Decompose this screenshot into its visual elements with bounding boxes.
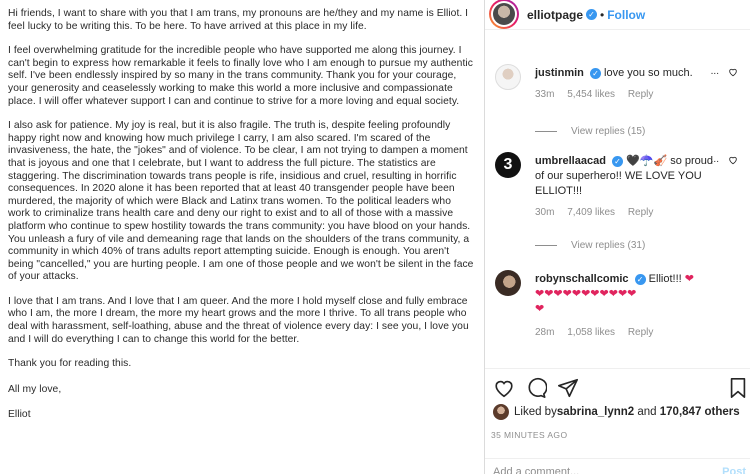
post-timestamp: 35 MINUTES AGO: [491, 430, 568, 440]
letter-paragraph: I love that I am trans. And I love that …: [8, 295, 469, 345]
liker-username[interactable]: sabrina_lynn2: [557, 406, 634, 418]
heart-emoji: ❤: [535, 303, 545, 315]
letter-signature: Elliot: [8, 409, 31, 421]
profile-avatar[interactable]: [489, 0, 519, 29]
reply-button[interactable]: Reply: [628, 207, 654, 218]
letter-paragraph: I feel overwhelming gratitude for the in…: [8, 45, 473, 107]
letter-paragraph: Thank you for reading this.: [8, 358, 132, 370]
replies-line: [535, 131, 557, 132]
like-heart-icon[interactable]: [493, 377, 515, 399]
comment-time: 33m: [535, 89, 555, 100]
letter-paragraph: Hi friends, I want to share with you tha…: [8, 8, 469, 32]
verified-badge-icon: ✓: [589, 68, 601, 79]
comment-time: 30m: [535, 207, 555, 218]
commenter-avatar[interactable]: [495, 270, 521, 296]
comment-options-button[interactable]: ...: [711, 66, 719, 77]
share-paper-plane-icon[interactable]: [557, 377, 579, 399]
post-header: elliotpage ✓ • Follow: [485, 0, 750, 30]
replies-line: [535, 245, 557, 246]
comment-emoji: 🖤☂️🎻: [626, 155, 668, 167]
comment-text: Elliot!!!: [648, 273, 682, 285]
likes-summary: Liked by sabrina_lynn2 and 170,847 other…: [493, 404, 740, 420]
comment-username[interactable]: umbrellaacad: [535, 155, 606, 167]
comment-likes[interactable]: 1,058 likes: [567, 327, 615, 338]
post-side-panel: elliotpage ✓ • Follow justinmin ✓ love y…: [485, 0, 750, 474]
letter-paragraph: I also ask for patience. My joy is real,…: [8, 120, 474, 283]
reply-button[interactable]: Reply: [628, 327, 654, 338]
save-bookmark-icon[interactable]: [728, 377, 748, 399]
comment-actions: ...: [711, 154, 738, 165]
post-comment-button[interactable]: Post: [722, 466, 746, 474]
heart-emoji-row: ❤❤❤❤❤❤❤❤❤❤❤: [535, 288, 637, 300]
letter-closing: All my love,: [8, 383, 62, 395]
comment-meta: 30m 7,409 likes Reply: [535, 205, 717, 220]
like-comment-heart-icon[interactable]: [728, 155, 738, 165]
verified-badge-icon: ✓: [586, 9, 598, 20]
add-comment-input[interactable]: Add a comment...: [493, 466, 579, 474]
comment-options-button[interactable]: ...: [711, 154, 719, 165]
view-replies-button[interactable]: View replies (15): [535, 126, 645, 137]
comment-likes[interactable]: 5,454 likes: [567, 89, 615, 100]
avatar-ring-inner: [491, 0, 517, 27]
add-comment-bar: Add a comment... Post: [485, 458, 750, 474]
likes-count[interactable]: 170,847 others: [660, 406, 740, 418]
comment-body: umbrellaacad ✓ 🖤☂️🎻 so proud of our supe…: [535, 154, 717, 220]
separator-dot: •: [600, 7, 605, 22]
reply-button[interactable]: Reply: [628, 89, 654, 100]
like-comment-heart-icon[interactable]: [728, 67, 738, 77]
follow-button[interactable]: Follow: [607, 8, 645, 22]
comment-meta: 33m 5,454 likes Reply: [535, 87, 717, 102]
likes-prefix: Liked by: [514, 406, 557, 418]
comment-actions: ...: [711, 66, 738, 77]
comment-text: love you so much.: [604, 67, 693, 79]
verified-badge-icon: ✓: [611, 156, 623, 167]
post-action-bar: [485, 368, 750, 404]
umbrella-academy-logo-icon[interactable]: 3: [495, 152, 521, 178]
comment-bubble-icon[interactable]: [525, 377, 547, 399]
liker-avatar[interactable]: [493, 404, 509, 420]
heart-emoji: ❤: [684, 273, 694, 285]
comment-likes[interactable]: 7,409 likes: [567, 207, 615, 218]
comment-username[interactable]: justinmin: [535, 67, 584, 79]
action-icons: [493, 377, 579, 399]
likes-and: and: [634, 406, 660, 418]
comment-body: robynschallcomic ✓ Elliot!!! ❤ ❤❤❤❤❤❤❤❤❤…: [535, 272, 717, 340]
commenter-avatar[interactable]: [495, 64, 521, 90]
view-replies-button[interactable]: View replies (31): [535, 240, 645, 251]
comment-meta: 28m 1,058 likes Reply: [535, 325, 717, 340]
comment-body: justinmin ✓ love you so much. 33m 5,454 …: [535, 66, 717, 102]
view-replies-label: View replies (15): [571, 126, 646, 137]
view-replies-label: View replies (31): [571, 240, 646, 251]
comment-time: 28m: [535, 327, 555, 338]
post-username[interactable]: elliotpage: [527, 8, 583, 22]
verified-badge-icon: ✓: [634, 274, 646, 285]
letter-image: Hi friends, I want to share with you tha…: [0, 0, 484, 474]
avatar-photo: [493, 2, 515, 25]
comment-username[interactable]: robynschallcomic: [535, 273, 629, 285]
